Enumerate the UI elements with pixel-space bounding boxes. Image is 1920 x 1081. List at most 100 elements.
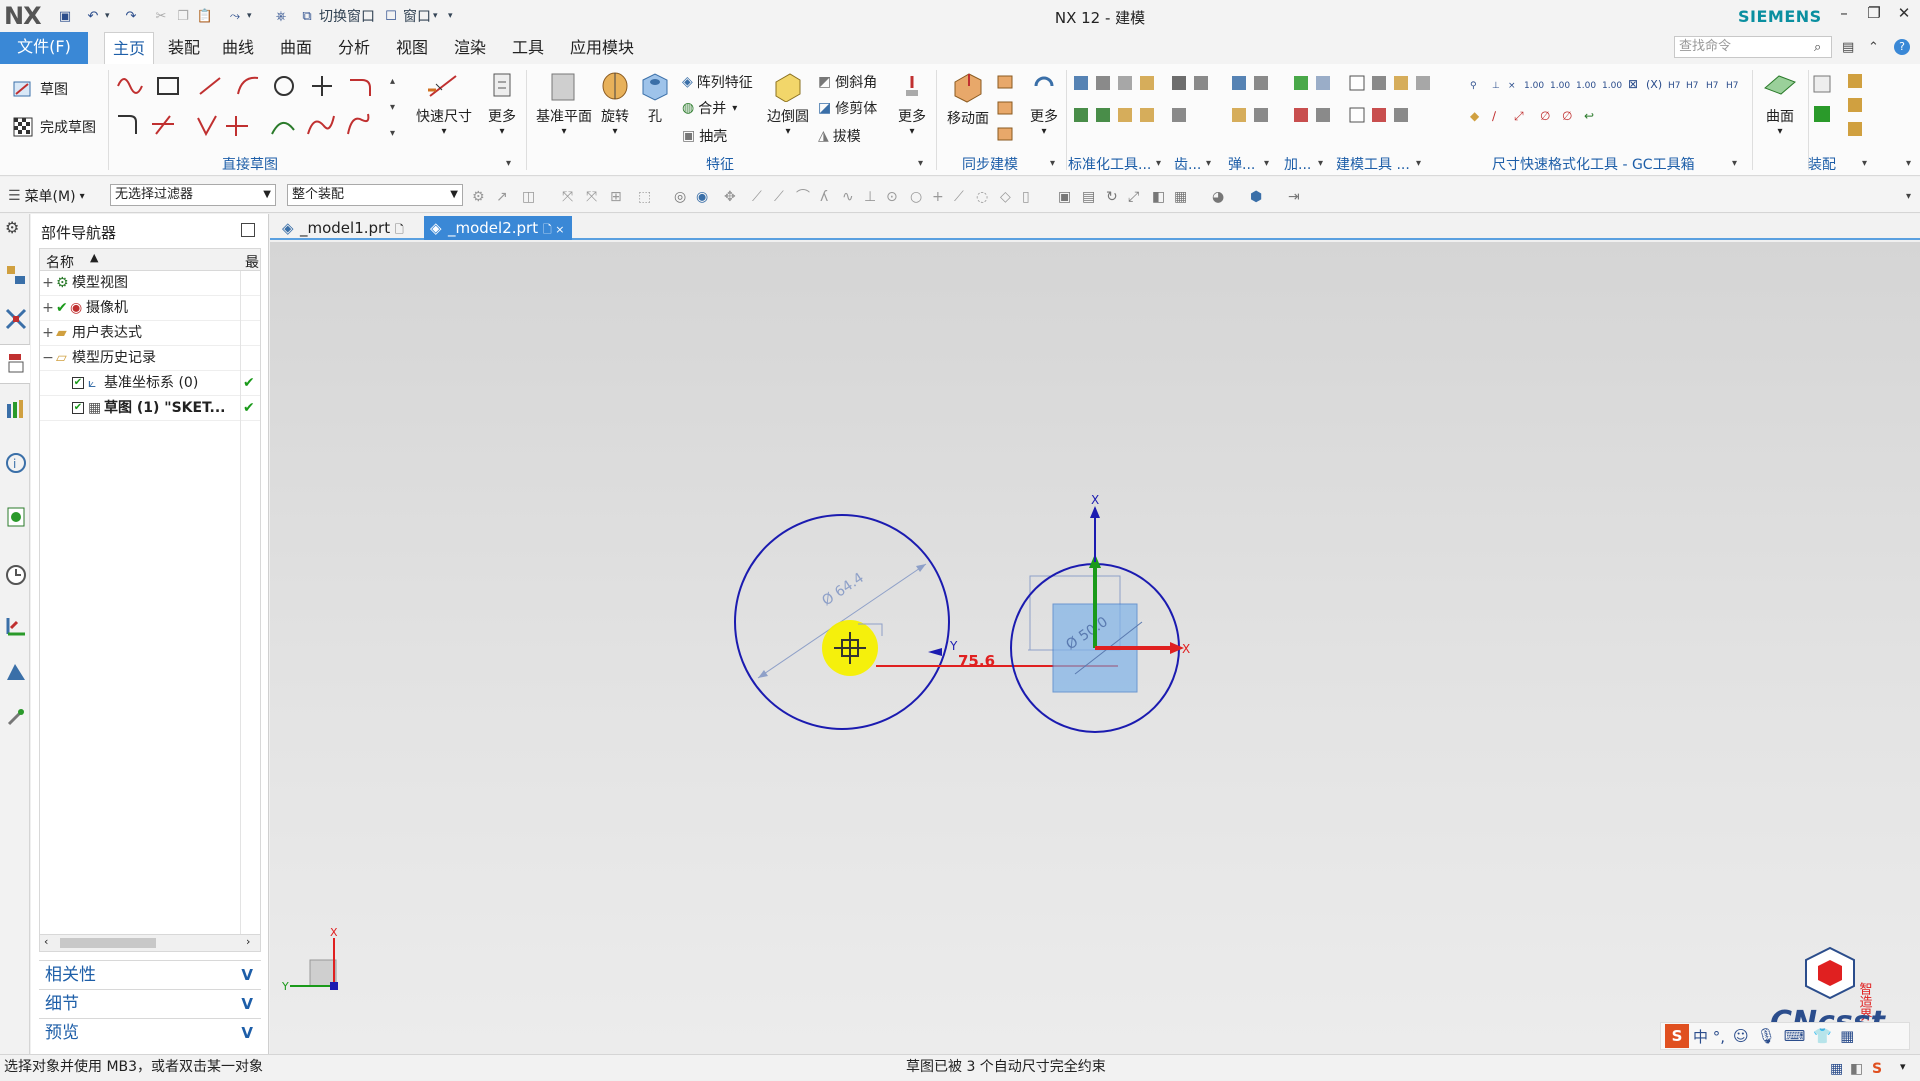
visibility-checkbox[interactable]: ✔ [72, 402, 84, 414]
trim-body-button[interactable]: ◪ 修剪体 [818, 98, 877, 118]
help-icon[interactable]: ? [1894, 39, 1910, 55]
hd3d-tools-icon[interactable]: i [5, 452, 27, 474]
tab-assembly[interactable]: 装配 [160, 32, 208, 64]
assembly-tools-icons[interactable] [1812, 72, 1872, 144]
selection-bar-options-icon[interactable]: ▾ [1906, 191, 1911, 202]
assembly-navigator-icon[interactable] [5, 264, 27, 286]
sogou-tray-icon[interactable]: S [1872, 1057, 1882, 1081]
scroll-left-icon[interactable]: ‹ [44, 935, 48, 948]
more-sketch-button[interactable]: 更多 ▾ [482, 70, 522, 137]
assembly-group-dropdown-icon[interactable]: ▾ [1862, 158, 1867, 169]
tab-tools[interactable]: 工具 [504, 32, 552, 64]
draft-button[interactable]: ◮ 拔模 [818, 126, 861, 146]
tab-model1[interactable]: ◈ _model1.prt 🗋 [276, 216, 412, 240]
tree-row-user-expressions[interactable]: + ▰ 用户表达式 [40, 321, 260, 346]
history-icon[interactable] [5, 564, 27, 586]
search-icon[interactable]: ⌕ [1814, 40, 1821, 55]
maximize-panel-icon[interactable] [241, 223, 255, 237]
scroll-right-icon[interactable]: › [246, 935, 250, 948]
tab-model2[interactable]: ◈ _model2.prt 🗋 × [424, 216, 573, 240]
collapse-ribbon-icon[interactable]: ⌃ [1868, 40, 1879, 55]
tab-analysis[interactable]: 分析 [330, 32, 378, 64]
shell-button[interactable]: ▣ 抽壳 [682, 126, 727, 146]
gc-toolkit-icons[interactable] [1072, 72, 1452, 144]
constraint-navigator-icon[interactable] [5, 308, 27, 330]
sketch-viewport[interactable]: Ø 64.4 75.6 Y Ø 50.0 X X X Y 智造界 [270, 242, 1920, 1054]
reuse-library-icon[interactable] [5, 398, 27, 420]
tab-render[interactable]: 渲染 [446, 32, 494, 64]
expand-icon[interactable]: + [42, 296, 54, 321]
graphics-window[interactable]: Ø 64.4 75.6 Y Ø 50.0 X X X Y 智造界 S 中 °, … [270, 242, 1920, 1054]
type-filter-dropdown[interactable]: 无选择过滤器 ▼ [110, 184, 276, 206]
minimize-button[interactable]: – [1830, 4, 1858, 26]
finish-sketch-button[interactable]: 完成草图 [12, 116, 96, 138]
standard-tools-dropdown-icon[interactable]: ▾ [1156, 158, 1161, 169]
gear-group-dropdown-icon[interactable]: ▾ [1206, 158, 1211, 169]
unite-button[interactable]: ◍ 合并 ▾ [682, 98, 737, 118]
spring-group-dropdown-icon[interactable]: ▾ [1264, 158, 1269, 169]
revolve-button[interactable]: 旋转 ▾ [598, 70, 632, 137]
manufacturing-wizard-icon[interactable] [5, 660, 27, 682]
more-sync-button[interactable]: 更多 ▾ [1024, 70, 1064, 137]
details-panel-header[interactable]: 细节 V [39, 989, 261, 1017]
hole-button[interactable]: 孔 [638, 70, 672, 126]
more-feature-button[interactable]: 更多 ▾ [892, 70, 932, 137]
process-studio-icon[interactable] [5, 614, 27, 636]
status-toggle-icon[interactable]: ◧ [1850, 1057, 1863, 1081]
sketch-tools-more-icon[interactable]: ▾ [390, 128, 395, 139]
edge-blend-button[interactable]: 边倒圆 ▾ [762, 70, 814, 137]
command-search-input[interactable]: 查找命令 [1674, 36, 1832, 58]
selection-scope-dropdown[interactable]: 整个装配 ▼ [287, 184, 463, 206]
add-group-dropdown-icon[interactable]: ▾ [1318, 158, 1323, 169]
roles-icon[interactable] [5, 706, 27, 728]
restore-button[interactable]: ❐ [1860, 4, 1888, 26]
expand-icon[interactable]: + [42, 271, 54, 296]
full-screen-icon[interactable]: ▦ [1830, 1057, 1843, 1081]
direct-sketch-group-dropdown-icon[interactable]: ▾ [506, 158, 511, 169]
ime-toolbar[interactable]: S 中 °, ☺ 🎙 ⌨ 👕 ▦ [1660, 1022, 1910, 1050]
pattern-feature-button[interactable]: ◈ 阵列特征 [682, 72, 753, 92]
snap-point-toolbar[interactable]: ⚙ ↗ ◫ ⤧ ⤧ ⊞ ⬚ ◎ ◉ ✥ ⟋ ⟋ ⌒ ʎ ∿ ⊥ ⊙ ○ + ⟋ ◌ ◇ ▯ ▣ ▤ ↻ ⤢ ◧ ▦ ◕ ⬢ ⇥ [470, 185, 1370, 207]
ribbon-options-dropdown-icon[interactable]: ▾ [1906, 158, 1911, 169]
status-bar-menu-icon[interactable]: ▾ [1900, 1055, 1906, 1079]
menu-button[interactable]: ☰ 菜单(M) ▾ [8, 186, 85, 206]
column-header-latest[interactable]: 最 [245, 252, 259, 272]
settings-icon[interactable]: ⚙ [5, 218, 27, 240]
tree-row-model-views[interactable]: + ⚙ 模型视图 [40, 271, 260, 296]
close-button[interactable]: ✕ [1890, 4, 1918, 26]
sync-group-dropdown-icon[interactable]: ▾ [1050, 158, 1055, 169]
tab-home[interactable]: 主页 [104, 32, 155, 64]
sync-tools-icons[interactable] [996, 72, 1016, 144]
sketch-curve-tools[interactable] [112, 72, 384, 146]
web-browser-icon[interactable] [5, 506, 27, 528]
scrollbar-thumb[interactable] [60, 938, 156, 948]
visibility-checkbox[interactable]: ✔ [72, 377, 84, 389]
expand-icon[interactable]: + [42, 321, 54, 346]
quick-dimension-button[interactable]: 快速尺寸 ▾ [414, 70, 474, 137]
dimension-format-icons[interactable]: ⚲ ⊥ × 1.00 1.00 1.00 1.00 ⊠ (X) H7 H7 H7 H7 ◆ ∕ ⤢ ∅ ∅ ↩ [1468, 72, 1748, 144]
tab-surface[interactable]: 曲面 [272, 32, 320, 64]
tab-view[interactable]: 视图 [388, 32, 436, 64]
feature-group-dropdown-icon[interactable]: ▾ [918, 158, 923, 169]
part-navigator-icon[interactable] [5, 352, 27, 374]
move-face-button[interactable]: 移动面 [942, 70, 994, 128]
sketch-button[interactable]: 草图 [12, 78, 68, 100]
tree-row-cameras[interactable]: + ✔ ◉ 摄像机 [40, 296, 260, 321]
tree-row-model-history[interactable]: − ▱ 模型历史记录 [40, 346, 260, 371]
close-tab-icon[interactable]: 🗋 × [543, 223, 565, 236]
surface-button[interactable]: 曲面 ▾ [1756, 70, 1804, 137]
dimension-format-dropdown-icon[interactable]: ▾ [1732, 158, 1737, 169]
tab-application[interactable]: 应用模块 [562, 32, 642, 64]
dependencies-panel-header[interactable]: 相关性 V [39, 960, 261, 988]
tree-row-datum-csys[interactable]: ✔ ⟀ 基准坐标系 (0) ✔ [40, 371, 260, 396]
window-layout-icon[interactable]: ▤ [1842, 40, 1854, 55]
file-menu-button[interactable]: 文件(F) [0, 32, 88, 64]
tab-curve[interactable]: 曲线 [214, 32, 262, 64]
modeling-tools-dropdown-icon[interactable]: ▾ [1416, 158, 1421, 169]
horizontal-scrollbar[interactable]: ‹ › [39, 934, 261, 952]
tree-row-sketch[interactable]: ✔ ▦ 草图 (1) "SKET... ✔ [40, 396, 260, 421]
collapse-icon[interactable]: − [42, 346, 54, 371]
chamfer-button[interactable]: ◩ 倒斜角 [818, 72, 877, 92]
column-header-name[interactable]: 名称 [46, 252, 74, 272]
datum-plane-button[interactable]: 基准平面 ▾ [532, 70, 596, 137]
